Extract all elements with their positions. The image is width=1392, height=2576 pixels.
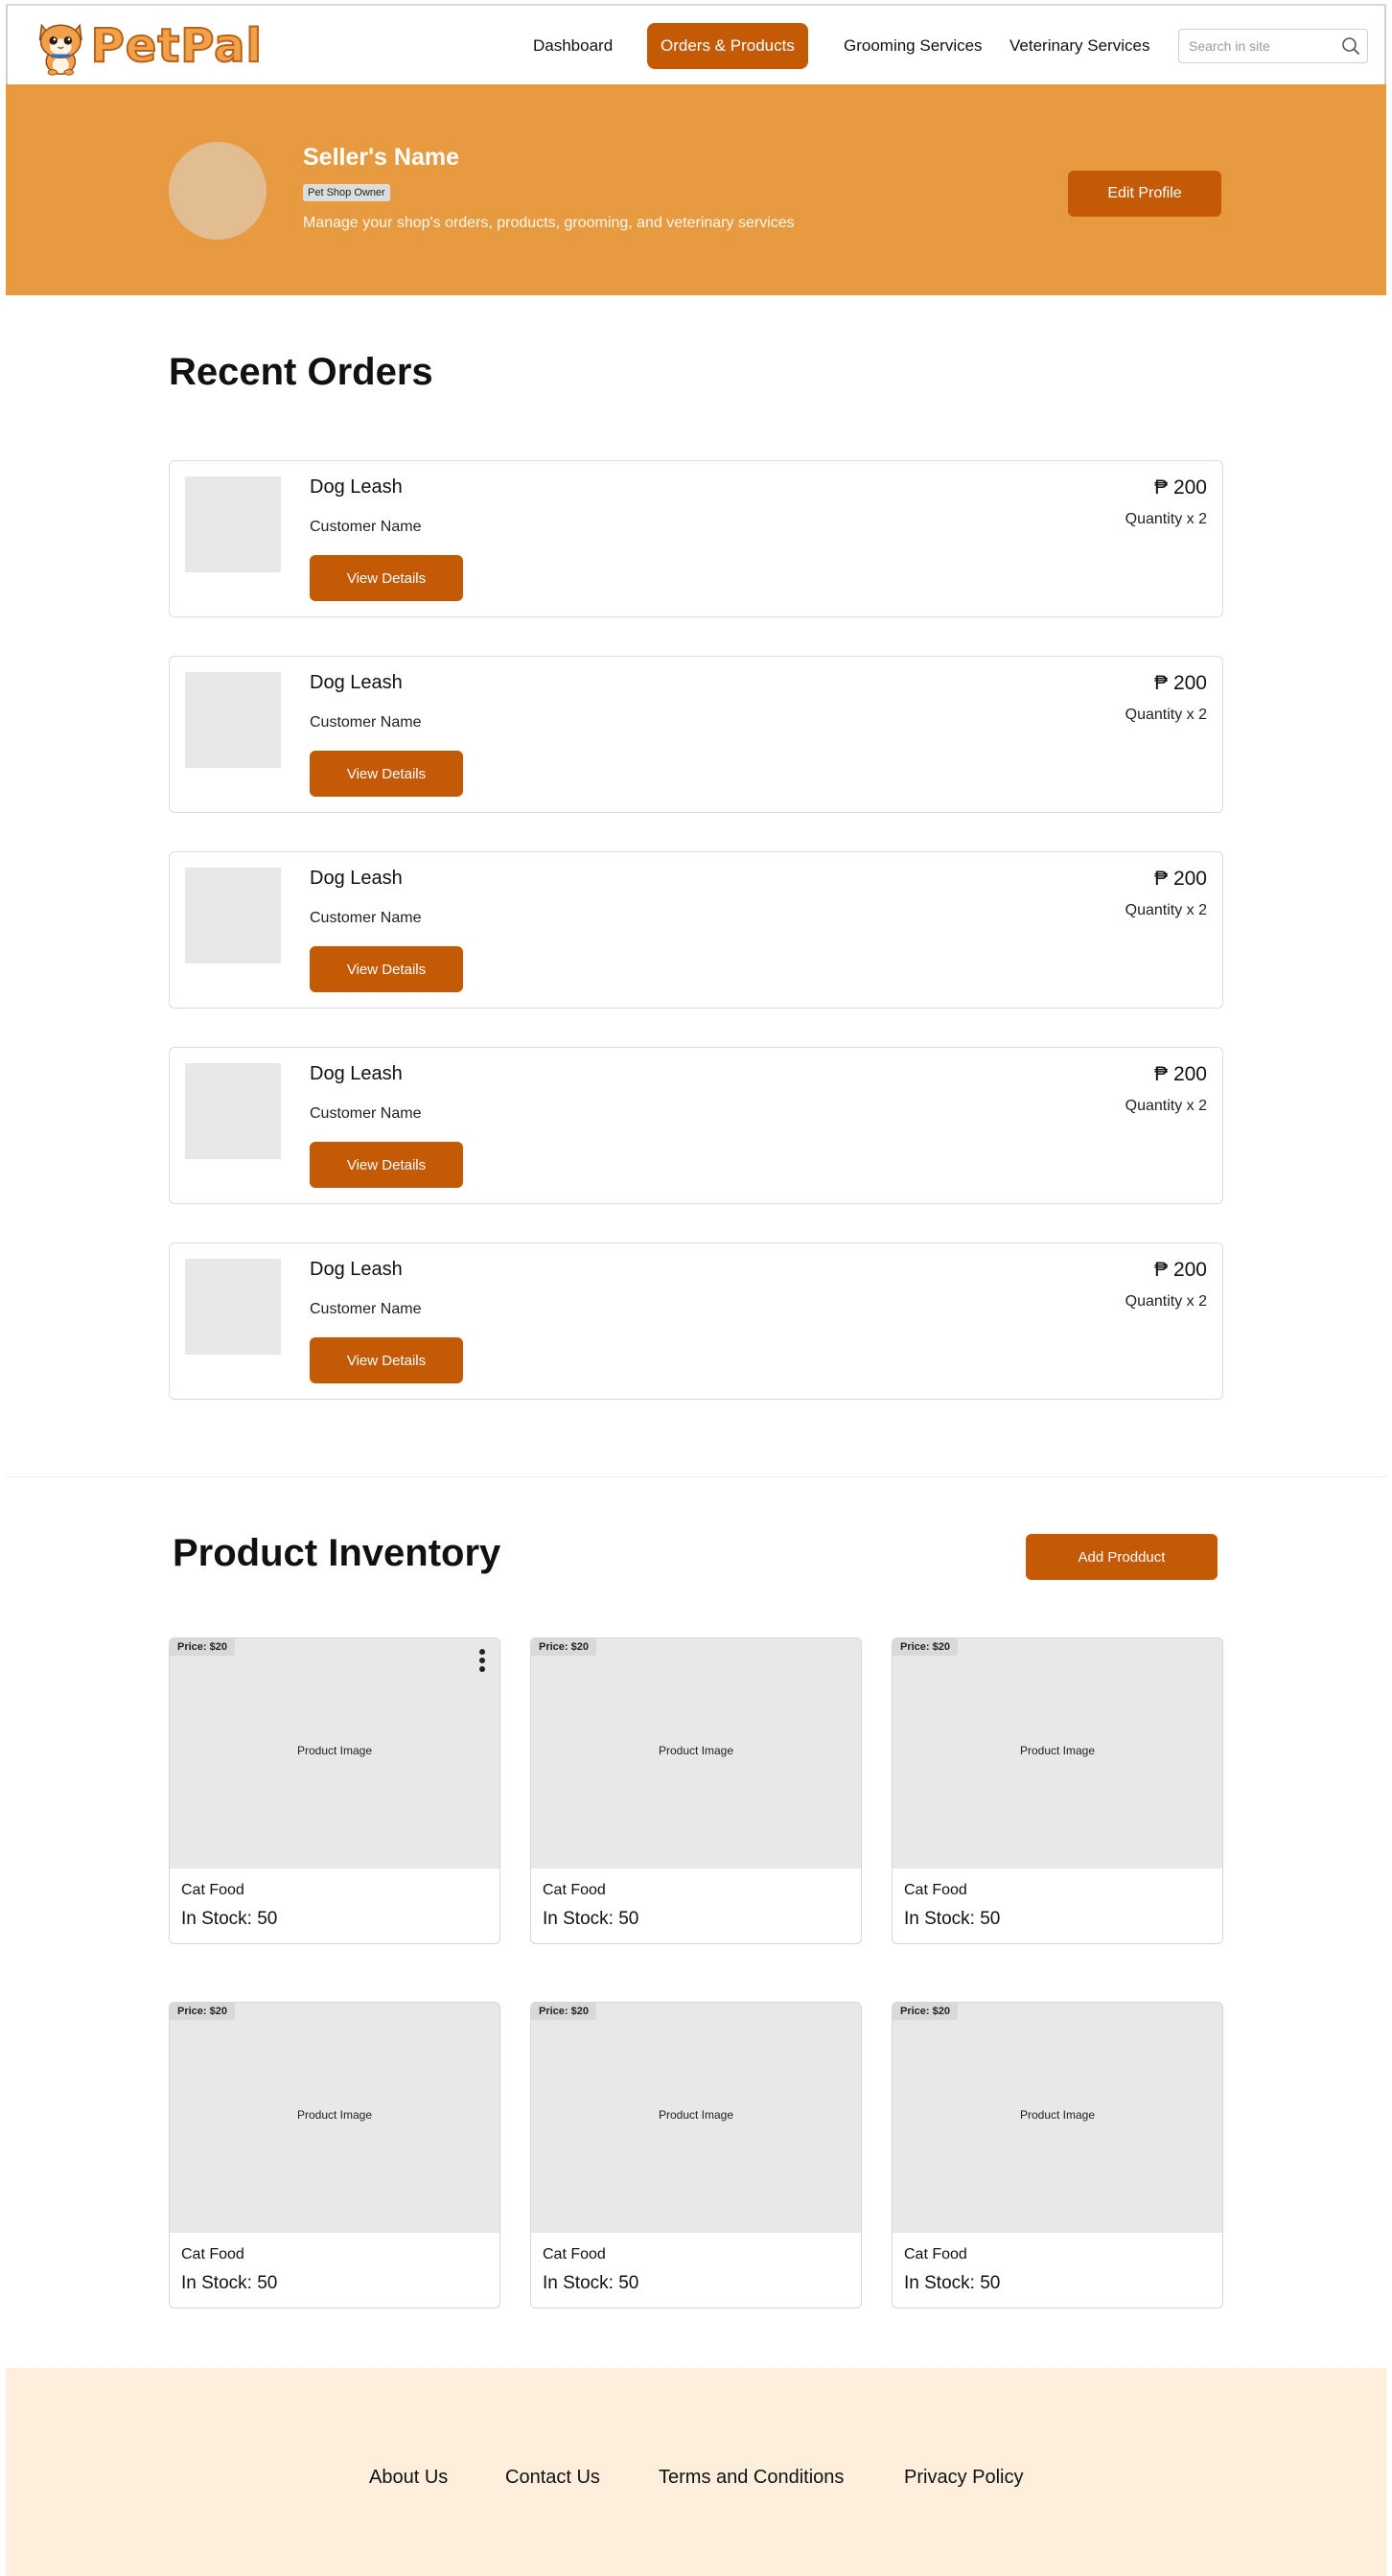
profile-banner: Seller's Name Pet Shop Owner Manage your… [6, 84, 1386, 295]
product-card[interactable]: Product Image Price: $20 Cat Food In Sto… [530, 1637, 862, 1944]
footer-link-about-us[interactable]: About Us [369, 2467, 448, 2489]
order-quantity: Quantity x 2 [1125, 511, 1207, 527]
view-details-button[interactable]: View Details [310, 751, 463, 797]
product-stock: In Stock: 50 [543, 1909, 639, 1929]
order-thumbnail [185, 1063, 281, 1159]
page: PetPal Dashboard Orders & Products Groom… [6, 4, 1386, 2576]
product-stock: In Stock: 50 [543, 2273, 639, 2293]
product-image: Product Image [170, 2003, 499, 2233]
product-card[interactable]: Product Image Price: $20 Cat Food In Sto… [169, 2002, 500, 2309]
price-tag: Price: $20 [531, 1638, 596, 1656]
order-thumbnail [185, 476, 281, 572]
order-customer-name: Customer Name [310, 519, 422, 535]
footer-link-privacy-policy[interactable]: Privacy Policy [904, 2467, 1023, 2489]
product-card[interactable]: Product Image Price: $20 Cat Food In Sto… [169, 1637, 500, 1944]
order-thumbnail [185, 672, 281, 768]
order-product-name: Dog Leash [310, 476, 403, 498]
product-stock: In Stock: 50 [904, 2273, 1001, 2293]
edit-profile-button[interactable]: Edit Profile [1068, 171, 1221, 217]
order-thumbnail [185, 868, 281, 963]
product-name: Cat Food [904, 2246, 967, 2263]
order-card: Dog Leash Customer Name View Details ₱ 2… [169, 1242, 1223, 1400]
order-card: Dog Leash Customer Name View Details ₱ 2… [169, 1047, 1223, 1204]
price-tag: Price: $20 [170, 1638, 235, 1656]
product-image: Product Image [531, 1638, 861, 1868]
profile-description: Manage your shop's orders, products, gro… [303, 215, 795, 231]
role-badge: Pet Shop Owner [303, 184, 390, 201]
order-product-name: Dog Leash [310, 868, 403, 889]
product-image-label: Product Image [1019, 1744, 1096, 1757]
brand-name: PetPal [90, 18, 263, 74]
product-name: Cat Food [181, 1882, 244, 1898]
product-card[interactable]: Product Image Price: $20 Cat Food In Sto… [892, 1637, 1223, 1944]
product-image: Product Image [893, 1638, 1222, 1868]
product-stock: In Stock: 50 [904, 1909, 1001, 1929]
product-card[interactable]: Product Image Price: $20 Cat Food In Sto… [530, 2002, 862, 2309]
order-price: ₱ 200 [1154, 1063, 1207, 1085]
product-card[interactable]: Product Image Price: $20 Cat Food In Sto… [892, 2002, 1223, 2309]
search-box [1178, 29, 1368, 63]
price-tag: Price: $20 [170, 2003, 235, 2020]
price-tag: Price: $20 [531, 2003, 596, 2020]
order-price: ₱ 200 [1154, 476, 1207, 499]
product-name: Cat Food [543, 2246, 606, 2263]
product-image: Product Image [893, 2003, 1222, 2233]
order-customer-name: Customer Name [310, 714, 422, 731]
add-product-button[interactable]: Add Prodduct [1026, 1534, 1218, 1580]
order-quantity: Quantity x 2 [1125, 902, 1207, 918]
order-price: ₱ 200 [1154, 1259, 1207, 1281]
product-image-label: Product Image [658, 2108, 734, 2122]
more-options-icon[interactable] [475, 1648, 490, 1673]
brand-logo[interactable]: PetPal [33, 12, 263, 81]
product-inventory-title: Product Inventory [173, 1532, 501, 1574]
order-customer-name: Customer Name [310, 910, 422, 926]
view-details-button[interactable]: View Details [310, 1142, 463, 1188]
footer: About Us Contact Us Terms and Conditions… [6, 2368, 1386, 2576]
order-price: ₱ 200 [1154, 868, 1207, 890]
view-details-button[interactable]: View Details [310, 1337, 463, 1383]
order-product-name: Dog Leash [310, 672, 403, 693]
order-quantity: Quantity x 2 [1125, 707, 1207, 723]
nav-grooming-services[interactable]: Grooming Services [830, 23, 996, 69]
order-customer-name: Customer Name [310, 1105, 422, 1122]
product-image: Product Image [170, 1638, 499, 1868]
order-quantity: Quantity x 2 [1125, 1293, 1207, 1310]
order-product-name: Dog Leash [310, 1063, 403, 1084]
price-tag: Price: $20 [893, 2003, 958, 2020]
section-divider [6, 1476, 1386, 1477]
top-nav: PetPal Dashboard Orders & Products Groom… [6, 6, 1386, 84]
product-image-label: Product Image [296, 2108, 373, 2122]
price-tag: Price: $20 [893, 1638, 958, 1656]
product-name: Cat Food [904, 1882, 967, 1898]
recent-orders-title: Recent Orders [169, 351, 433, 393]
product-name: Cat Food [543, 1882, 606, 1898]
search-input[interactable] [1179, 30, 1333, 62]
order-product-name: Dog Leash [310, 1259, 403, 1280]
order-card: Dog Leash Customer Name View Details ₱ 2… [169, 656, 1223, 813]
order-card: Dog Leash Customer Name View Details ₱ 2… [169, 460, 1223, 617]
product-stock: In Stock: 50 [181, 2273, 278, 2293]
order-card: Dog Leash Customer Name View Details ₱ 2… [169, 851, 1223, 1009]
order-price: ₱ 200 [1154, 672, 1207, 694]
product-image: Product Image [531, 2003, 861, 2233]
nav-dashboard[interactable]: Dashboard [520, 23, 626, 69]
search-icon[interactable] [1340, 35, 1361, 57]
view-details-button[interactable]: View Details [310, 946, 463, 992]
order-quantity: Quantity x 2 [1125, 1098, 1207, 1114]
product-image-label: Product Image [296, 1744, 373, 1757]
nav-orders-products[interactable]: Orders & Products [647, 23, 808, 69]
footer-link-terms[interactable]: Terms and Conditions [659, 2467, 844, 2489]
product-image-label: Product Image [658, 1744, 734, 1757]
product-name: Cat Food [181, 2246, 244, 2263]
cat-mascot-icon [38, 23, 82, 76]
view-details-button[interactable]: View Details [310, 555, 463, 601]
product-image-label: Product Image [1019, 2108, 1096, 2122]
order-customer-name: Customer Name [310, 1301, 422, 1317]
footer-link-contact-us[interactable]: Contact Us [505, 2467, 600, 2489]
nav-veterinary-services[interactable]: Veterinary Services [996, 23, 1163, 69]
seller-name: Seller's Name [303, 144, 459, 171]
order-thumbnail [185, 1259, 281, 1355]
avatar [169, 142, 267, 240]
product-stock: In Stock: 50 [181, 1909, 278, 1929]
